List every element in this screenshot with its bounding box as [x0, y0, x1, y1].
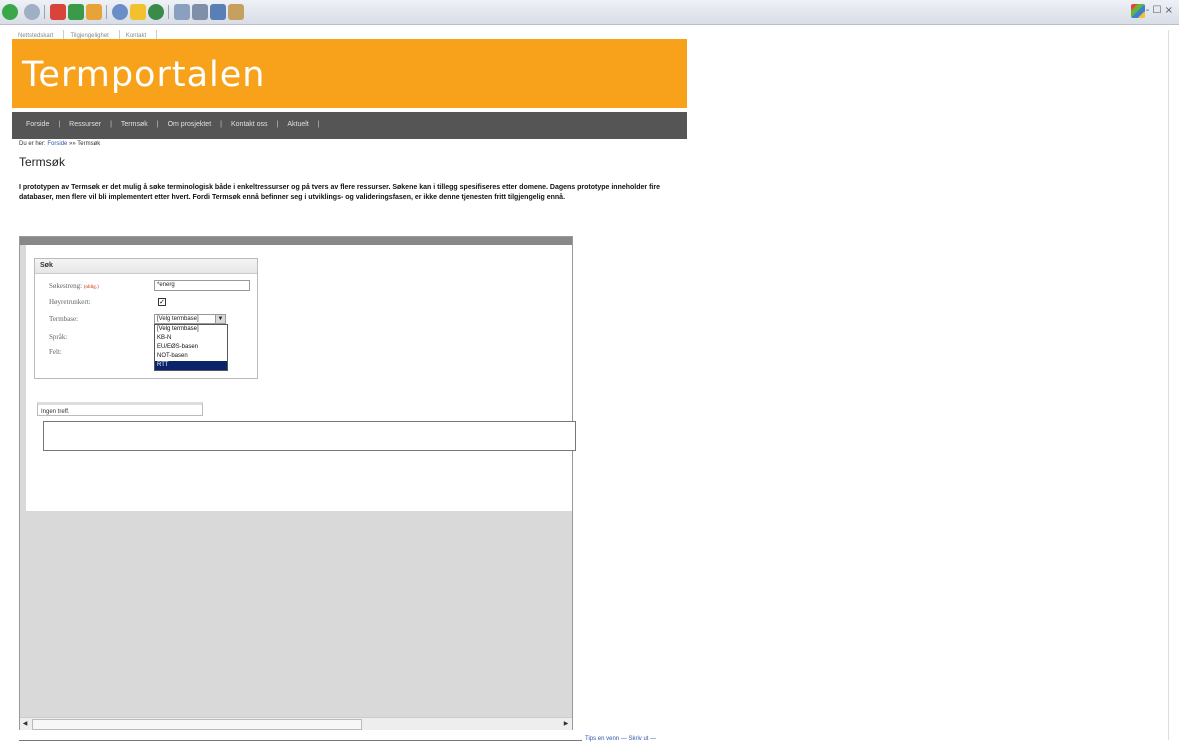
termbase-option[interactable]: EU/EØS-basen [155, 343, 227, 352]
breadcrumb-current: Termsøk [77, 141, 101, 147]
termbase-select[interactable]: [Velg termbase] ▼ [154, 314, 226, 324]
nav-item-om-prosjektet[interactable]: Om prosjektet [168, 121, 212, 128]
required-marker: (oblig.) [83, 285, 99, 290]
truncation-label: Høyretrunkert: [49, 298, 91, 306]
forward-icon[interactable] [24, 4, 40, 20]
horizontal-scrollbar[interactable]: ◀ ▶ [20, 717, 572, 730]
search-term-label: Søkestreng: (oblig.) [49, 282, 99, 290]
search-term-input[interactable]: *energ [154, 280, 250, 291]
main-nav: Forside | Ressurser | Termsøk | Om prosjektet |… [12, 112, 687, 139]
termbase-option[interactable]: NOT-basen [155, 352, 227, 361]
footer-links[interactable]: Tips en venn — Skriv ut — [585, 736, 656, 742]
page-title: Termsøk [19, 155, 65, 169]
results-status: Ingen treff. [37, 402, 203, 416]
frame-top-border [20, 237, 572, 245]
back-icon[interactable] [2, 4, 18, 20]
search-frame: Søk Søkestreng: (oblig.) *energ Høyretru… [19, 236, 576, 730]
termbase-option-highlighted[interactable]: RTT [155, 361, 227, 370]
window-right-border [1168, 30, 1169, 740]
search-icon[interactable] [112, 4, 128, 20]
history-icon[interactable] [148, 4, 164, 20]
refresh-icon[interactable] [68, 4, 84, 20]
termbase-label: Termbase: [49, 315, 79, 323]
breadcrumb-prefix: Du er her: [19, 141, 46, 147]
utility-links: Nettstedskart Tilgjengelighet Kontakt [12, 24, 158, 44]
nav-item-aktuelt[interactable]: Aktuelt [287, 121, 308, 128]
search-legend: Søk [40, 262, 53, 269]
browser-toolbar: - ☐ × [0, 0, 1179, 25]
termbase-option[interactable]: [Velg termbase] [155, 325, 227, 334]
termbase-option[interactable]: KB-N [155, 334, 227, 343]
results-box [43, 421, 576, 451]
termbase-dropdown[interactable]: [Velg termbase] KB-N EU/EØS-basen NOT-ba… [154, 324, 228, 371]
nav-item-ressurser[interactable]: Ressurser [69, 121, 101, 128]
banner-divider [12, 108, 687, 111]
breadcrumb-arrow: »» [69, 141, 76, 147]
breadcrumb-link-forside[interactable]: Forside [47, 141, 67, 147]
termbase-selected-value: [Velg termbase] [157, 316, 199, 322]
stop-icon[interactable] [50, 4, 66, 20]
intro-paragraph: I prototypen av Termsøk er det mulig å s… [19, 184, 660, 201]
site-banner: Termportalen [12, 39, 687, 108]
window-controls[interactable]: - ☐ × [1146, 5, 1173, 16]
language-label: Språk: [49, 333, 68, 341]
frame-content: Søk Søkestreng: (oblig.) *energ Høyretru… [26, 245, 576, 511]
print-icon[interactable] [192, 4, 208, 20]
scroll-thumb[interactable] [32, 719, 362, 730]
nav-item-forside[interactable]: Forside [26, 121, 49, 128]
mail-icon[interactable] [174, 4, 190, 20]
scroll-left-arrow-icon[interactable]: ◀ [20, 719, 30, 729]
edit-icon[interactable] [210, 4, 226, 20]
favorites-star-icon[interactable] [130, 4, 146, 20]
research-icon[interactable] [228, 4, 244, 20]
site-title[interactable]: Termportalen [22, 55, 265, 95]
nav-item-kontakt-oss[interactable]: Kontakt oss [231, 121, 268, 128]
windows-logo-icon [1131, 4, 1145, 18]
home-icon[interactable] [86, 4, 102, 20]
scroll-right-arrow-icon[interactable]: ▶ [561, 719, 571, 729]
search-panel-header: Søk [35, 259, 257, 274]
breadcrumb: Du er her: Forside »» Termsøk [19, 141, 100, 147]
search-term-label-text: Søkestreng: [49, 282, 83, 290]
chevron-down-icon[interactable]: ▼ [215, 315, 225, 323]
truncation-checkbox[interactable]: ✓ [158, 298, 166, 306]
nav-item-termsok[interactable]: Termsøk [121, 121, 148, 128]
footer-divider [19, 740, 582, 741]
search-panel: Søk Søkestreng: (oblig.) *energ Høyretru… [34, 258, 258, 379]
field-label: Felt: [49, 348, 62, 356]
